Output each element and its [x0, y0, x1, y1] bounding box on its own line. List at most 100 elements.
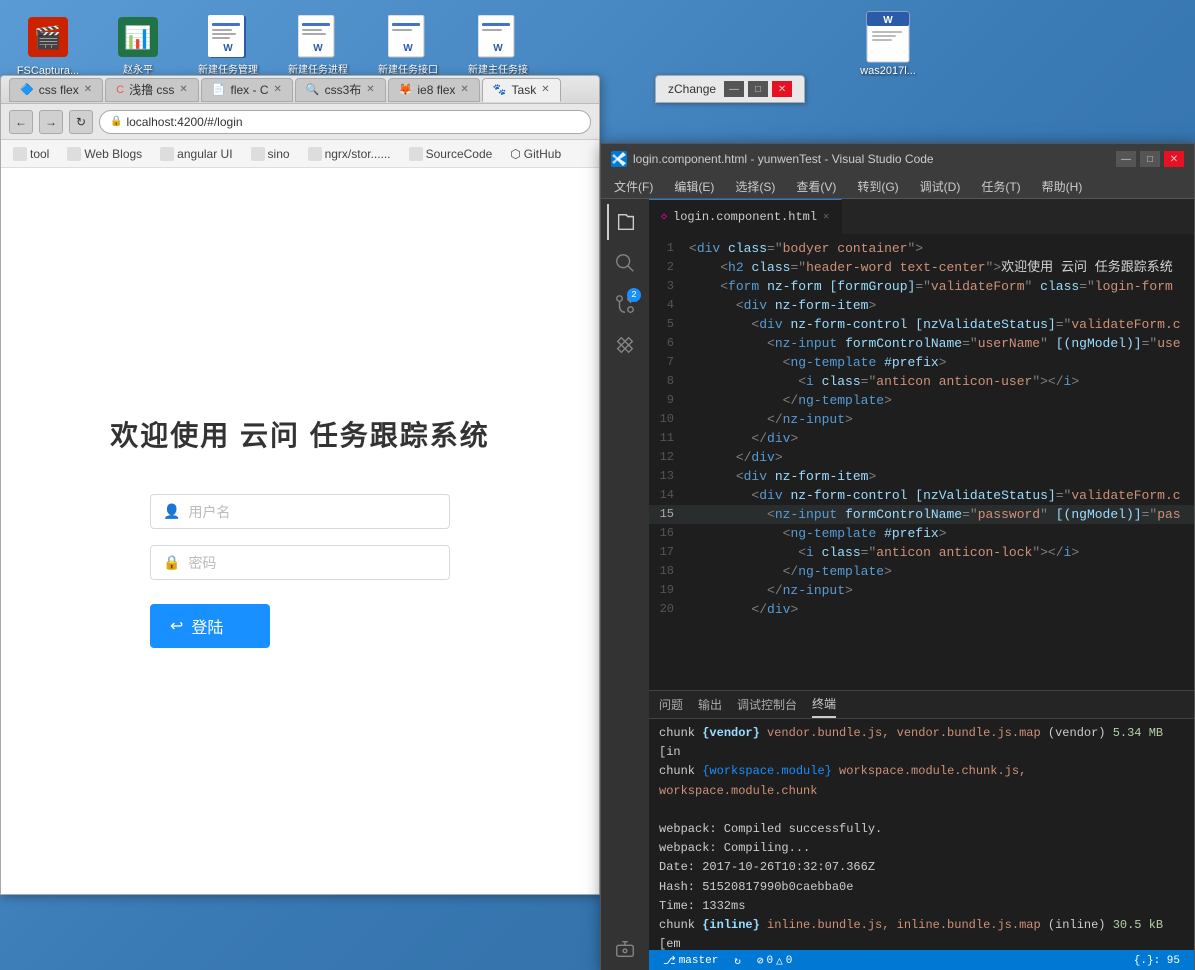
bookmark-tool[interactable]: tool [9, 145, 53, 163]
code-line-4: 4 <div nz-form-item> [649, 296, 1194, 315]
task-label: Task [512, 83, 537, 97]
code-line-19: 19 </nz-input> [649, 581, 1194, 600]
tab-css3[interactable]: 🔍 css3布 ✕ [295, 78, 386, 102]
error-icon: ⊘ [757, 954, 764, 968]
vscode-body: 2 [601, 199, 1194, 970]
browser-content: 欢迎使用 云问 任务跟踪系统 👤 🔒 ↩ 登陆 [1, 168, 599, 894]
bookmark-angularui[interactable]: angular UI [156, 145, 236, 163]
was-label: was2017l... [860, 65, 916, 78]
vscode-close-btn[interactable]: ✕ [1164, 151, 1184, 167]
terminal-line-6: Date: 2017-10-26T10:32:07.366Z [659, 858, 1184, 877]
terminal-line-5: webpack: Compiling... [659, 839, 1184, 858]
password-field-container: 🔒 [150, 545, 450, 580]
lock-icon: 🔒 [163, 554, 180, 571]
browser-navbar: ← → ↻ 🔒 localhost:4200/#/login [1, 104, 599, 140]
statusbar-sync[interactable]: ↻ [730, 954, 745, 968]
qianlu-icon: C [116, 84, 124, 96]
bookmark-angularui-icon [160, 147, 174, 161]
qianlu-close[interactable]: ✕ [179, 84, 187, 95]
zchange-minimize-btn[interactable]: — [724, 81, 744, 97]
svg-text:W: W [493, 43, 503, 54]
menu-view[interactable]: 查看(V) [788, 176, 844, 197]
vscode-file-tab[interactable]: ◇ login.component.html ✕ [649, 199, 842, 234]
was-icon: W [864, 13, 912, 61]
css3-label: css3布 [325, 81, 362, 98]
bookmark-webblogs-icon [67, 147, 81, 161]
panel-tab-output[interactable]: 输出 [698, 692, 722, 717]
address-bar[interactable]: 🔒 localhost:4200/#/login [99, 110, 591, 134]
tab-flex-c[interactable]: 📄 flex - C ✕ [201, 78, 293, 102]
vscode-editor[interactable]: 1 <div class="bodyer container"> 2 <h2 c… [649, 234, 1194, 690]
statusbar-cursor[interactable]: {.}: 95 [1130, 955, 1184, 967]
desktop-icon-was[interactable]: W was2017l... [848, 8, 928, 94]
panel-tab-terminal[interactable]: 终端 [812, 691, 836, 718]
vscode-logo-icon [611, 151, 627, 167]
zchange-close-btn[interactable]: ✕ [772, 81, 792, 97]
bookmark-ngrx[interactable]: ngrx/stor...... [304, 145, 395, 163]
css-flex-close[interactable]: ✕ [84, 84, 92, 95]
menu-debug[interactable]: 调试(D) [912, 176, 969, 197]
fscapture-icon: 🎬 [24, 13, 72, 61]
svg-text:W: W [223, 43, 233, 54]
file-tab-close[interactable]: ✕ [823, 211, 829, 223]
code-line-14: 14 <div nz-form-control [nzValidateStatu… [649, 486, 1194, 505]
terminal-line-2: chunk {workspace.module} workspace.modul… [659, 762, 1184, 800]
menu-goto[interactable]: 转到(G) [849, 176, 906, 197]
bookmark-sino-icon [251, 147, 265, 161]
search-sidebar-icon[interactable] [607, 245, 643, 281]
menu-help[interactable]: 帮助(H) [1034, 176, 1091, 197]
task1-icon: W [204, 13, 252, 61]
ie8-icon: 🦊 [399, 83, 413, 96]
bookmark-tool-icon [13, 147, 27, 161]
panel-tab-debug-console[interactable]: 调试控制台 [737, 692, 797, 717]
menu-file[interactable]: 文件(F) [606, 176, 661, 197]
panel-tab-problems[interactable]: 问题 [659, 692, 683, 717]
svg-text:W: W [883, 15, 893, 26]
statusbar-branch[interactable]: ⎇ master [659, 954, 722, 968]
tab-task[interactable]: 🐾 Task ✕ [482, 78, 561, 102]
git-badge: 2 [627, 288, 641, 302]
svg-text:W: W [313, 43, 323, 54]
ie8-close[interactable]: ✕ [460, 84, 468, 95]
bookmark-webblogs[interactable]: Web Blogs [63, 145, 146, 163]
bookmark-ngrx-icon [308, 147, 322, 161]
browser-tabs: 🔷 css flex ✕ C 浅撸 css ✕ 📄 flex - C ✕ 🔍 c… [9, 78, 591, 102]
bookmark-sourcecode[interactable]: SourceCode [405, 145, 497, 163]
login-title: 欢迎使用 云问 任务跟踪系统 [110, 414, 490, 454]
menu-task[interactable]: 任务(T) [973, 176, 1028, 197]
address-lock-icon: 🔒 [110, 116, 122, 127]
password-input[interactable] [188, 555, 437, 571]
css3-close[interactable]: ✕ [366, 84, 374, 95]
bookmark-sino[interactable]: sino [247, 145, 294, 163]
menu-edit[interactable]: 编辑(E) [666, 176, 722, 197]
css3-icon: 🔍 [306, 83, 320, 96]
svg-text:📊: 📊 [124, 25, 151, 50]
flex-c-label: flex - C [231, 83, 269, 97]
tab-css-flex[interactable]: 🔷 css flex ✕ [9, 78, 103, 102]
code-line-5: 5 <div nz-form-control [nzValidateStatus… [649, 315, 1194, 334]
back-btn[interactable]: ← [9, 110, 33, 134]
debug-icon[interactable] [607, 931, 643, 967]
statusbar-errors[interactable]: ⊘ 0 △ 0 [753, 954, 796, 968]
git-icon[interactable]: 2 [607, 286, 643, 322]
task-close[interactable]: ✕ [541, 84, 549, 95]
code-line-11: 11 </div> [649, 429, 1194, 448]
task4-icon: W [474, 13, 522, 61]
vscode-maximize-btn[interactable]: □ [1140, 151, 1160, 167]
bookmark-github[interactable]: ⬡ GitHub [506, 145, 565, 163]
forward-btn[interactable]: → [39, 110, 63, 134]
menu-select[interactable]: 选择(S) [727, 176, 783, 197]
explorer-icon[interactable] [607, 204, 643, 240]
flex-c-close[interactable]: ✕ [274, 84, 282, 95]
code-line-7: 7 <ng-template #prefix> [649, 353, 1194, 372]
username-input[interactable] [188, 504, 437, 520]
vscode-minimize-btn[interactable]: — [1116, 151, 1136, 167]
panel-terminal-content: chunk {vendor} vendor.bundle.js, vendor.… [649, 719, 1194, 950]
tab-qianlu[interactable]: C 浅撸 css ✕ [105, 78, 199, 102]
refresh-btn[interactable]: ↻ [69, 110, 93, 134]
login-button[interactable]: ↩ 登陆 [150, 604, 270, 648]
tab-ie8[interactable]: 🦊 ie8 flex ✕ [388, 78, 480, 102]
code-line-18: 18 </ng-template> [649, 562, 1194, 581]
extensions-icon[interactable] [607, 327, 643, 363]
zchange-maximize-btn[interactable]: □ [748, 81, 768, 97]
